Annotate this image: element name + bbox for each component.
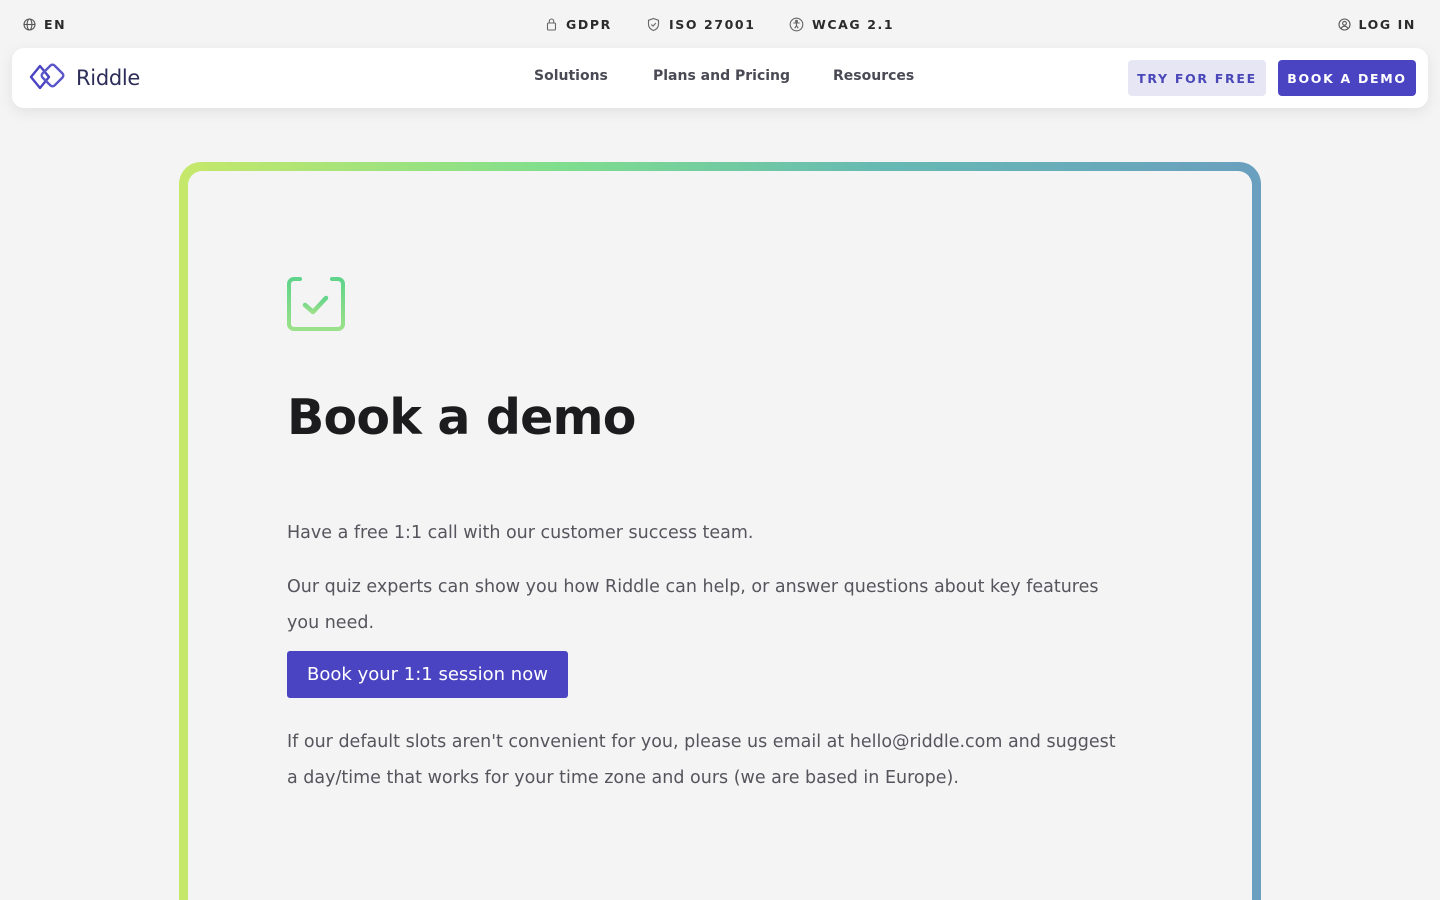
accessibility-icon (789, 17, 804, 32)
nav-plans-pricing[interactable]: Plans and Pricing (653, 68, 790, 84)
lock-icon (545, 17, 558, 31)
user-circle-icon (1337, 17, 1351, 31)
gdpr-label: GDPR (566, 16, 612, 32)
nav-resources[interactable]: Resources (833, 68, 914, 84)
login-link[interactable]: LOG IN (1337, 15, 1416, 33)
riddle-logo-icon (29, 62, 71, 94)
iso-badge[interactable]: ISO 27001 (646, 15, 756, 33)
shield-check-icon (646, 17, 661, 32)
globe-icon (23, 17, 36, 31)
language-label: EN (44, 16, 67, 32)
intro-paragraph: Have a free 1:1 call with our customer s… (287, 523, 754, 543)
login-label: LOG IN (1358, 16, 1416, 32)
experts-paragraph: Our quiz experts can show you how Riddle… (287, 577, 1099, 633)
calendar-check-icon (287, 271, 345, 337)
book-demo-card: Book a demo Have a free 1:1 call with ou… (179, 162, 1261, 900)
riddle-logo[interactable]: Riddle (29, 62, 141, 94)
wcag-badge[interactable]: WCAG 2.1 (789, 15, 894, 33)
main-navbar: Riddle Solutions Plans and Pricing Resou… (12, 48, 1428, 108)
wcag-label: WCAG 2.1 (812, 16, 895, 32)
utility-bar: EN GDPR ISO 27001 WCAG 2.1 LOG IN (0, 0, 1440, 48)
language-selector[interactable]: EN (23, 15, 66, 33)
book-session-button[interactable]: Book your 1:1 session now (287, 651, 568, 698)
gdpr-badge[interactable]: GDPR (545, 15, 612, 33)
logo-text: Riddle (76, 66, 141, 90)
alternative-contact-paragraph: If our default slots aren't convenient f… (287, 732, 1116, 788)
book-demo-button[interactable]: BOOK A DEMO (1278, 60, 1416, 96)
page-title: Book a demo (287, 389, 636, 446)
try-for-free-button[interactable]: TRY FOR FREE (1128, 60, 1266, 96)
nav-solutions[interactable]: Solutions (534, 68, 608, 84)
iso-label: ISO 27001 (669, 16, 756, 32)
card-content: Book a demo Have a free 1:1 call with ou… (188, 171, 1252, 900)
